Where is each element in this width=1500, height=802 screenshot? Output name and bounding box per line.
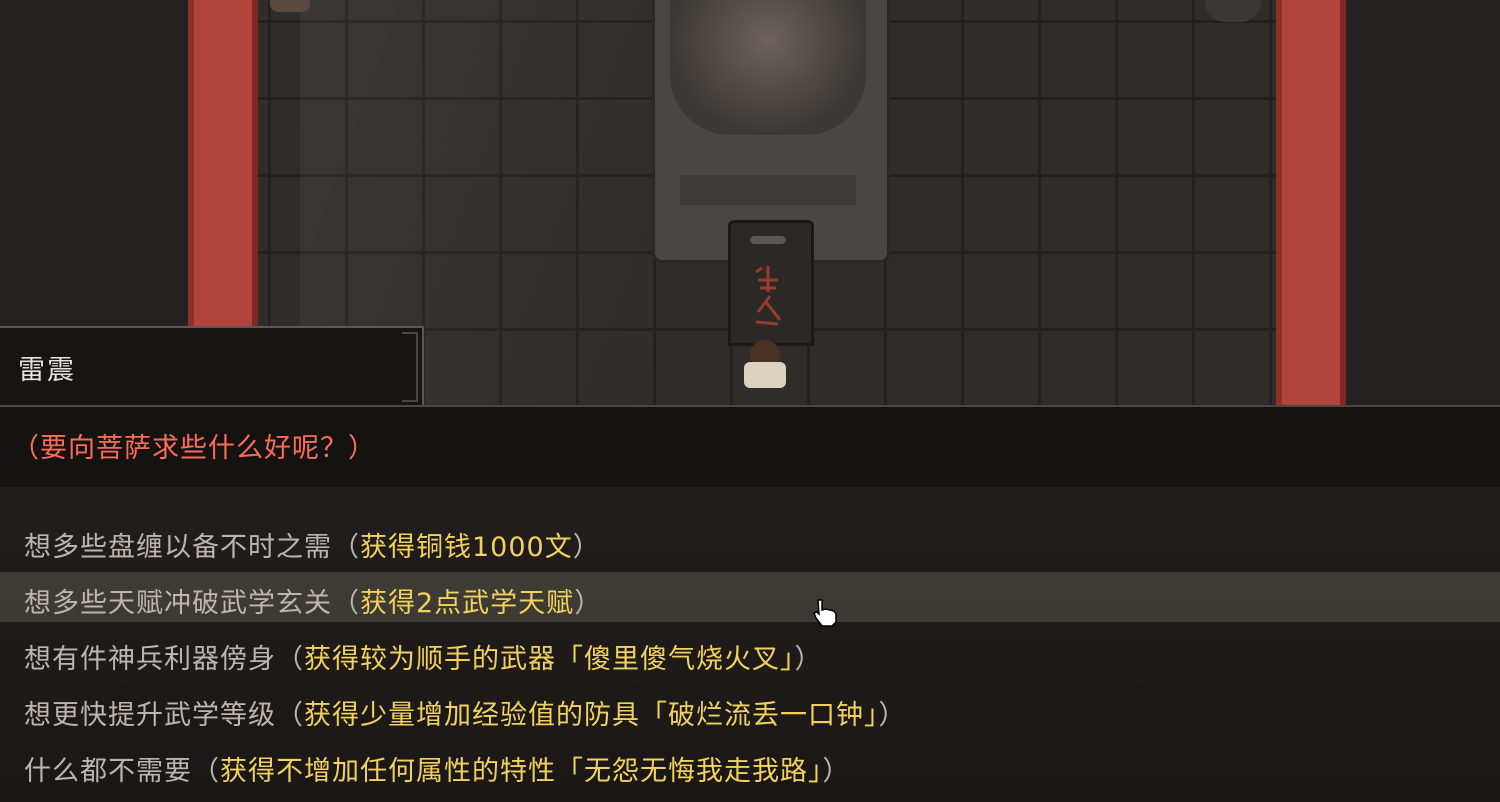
choice-option-money[interactable]: 想多些盘缠以备不时之需（获得铜钱1000文） (0, 516, 1500, 566)
choice-label: 想多些天赋冲破武学玄关 (24, 588, 332, 619)
choice-close-bracket: ） (878, 700, 907, 731)
top-left-decoration (270, 0, 310, 12)
choice-close-bracket: ） (822, 756, 851, 787)
choice-open-bracket: （ (276, 700, 304, 731)
altar-step (680, 175, 856, 205)
choice-option-talent[interactable]: 想多些天赋冲破武学玄关（获得2点武学天赋） (0, 572, 1500, 622)
choice-open-bracket: （ (332, 532, 360, 563)
choice-open-bracket: （ (332, 588, 360, 619)
dialog-prompt: （要向菩萨求些什么好呢？） (12, 433, 376, 464)
choice-option-nothing[interactable]: 什么都不需要（获得不增加任何属性的特性「无怨无悔我走我路」） (0, 740, 1500, 790)
choice-reward: 获得2点武学天赋 (360, 588, 575, 619)
pointing-hand-cursor-icon (812, 598, 840, 628)
choice-reward: 获得少量增加经验值的防具「破烂流丢一口钟」 (304, 700, 879, 731)
choice-label: 什么都不需要 (24, 756, 192, 787)
speaker-name: 雷震 (18, 355, 76, 386)
choice-option-armor[interactable]: 想更快提升武学等级（获得少量增加经验值的防具「破烂流丢一口钟」） (0, 684, 1500, 734)
choice-option-weapon[interactable]: 想有件神兵利器傍身（获得较为顺手的武器「傻里傻气烧火叉」） (0, 628, 1500, 678)
choice-text: 想多些盘缠以备不时之需（获得铜钱1000文） (24, 525, 601, 564)
tablet-slot (750, 236, 786, 244)
bodhisattva-statue-icon (670, 0, 866, 135)
choice-reward: 获得不增加任何属性的特性「无怨无悔我走我路」 (220, 756, 823, 787)
right-wall (1348, 0, 1500, 405)
choice-label: 想更快提升武学等级 (24, 700, 276, 731)
choice-close-bracket: ） (794, 644, 823, 675)
name-box-frame (402, 332, 418, 402)
choice-text: 想多些天赋冲破武学玄关（获得2点武学天赋） (24, 581, 602, 620)
choice-text: 什么都不需要（获得不增加任何属性的特性「无怨无悔我走我路」） (24, 749, 851, 788)
dialog-box: （要向菩萨求些什么好呢？） (0, 405, 1500, 489)
player-sprite-icon (736, 340, 796, 395)
choice-open-bracket: （ (192, 756, 220, 787)
choice-label: 想多些盘缠以备不时之需 (24, 532, 332, 563)
player-body (744, 362, 786, 388)
choice-list: 想多些盘缠以备不时之需（获得铜钱1000文） 想多些天赋冲破武学玄关（获得2点武… (0, 487, 1500, 802)
choice-reward: 获得铜钱1000文 (360, 532, 573, 563)
choice-close-bracket: ） (574, 588, 603, 619)
choice-open-bracket: （ (276, 644, 304, 675)
choice-text: 想更快提升武学等级（获得少量增加经验值的防具「破烂流丢一口钟」） (24, 693, 907, 732)
choice-label: 想有件神兵利器傍身 (24, 644, 276, 675)
choice-text: 想有件神兵利器傍身（获得较为顺手的武器「傻里傻气烧火叉」） (24, 637, 823, 676)
choice-close-bracket: ） (572, 532, 601, 563)
speaker-name-box: 雷震 (0, 326, 424, 408)
right-red-pillar (1276, 0, 1346, 405)
choice-reward: 获得较为顺手的武器「傻里傻气烧火叉」 (304, 644, 795, 675)
tablet-glyph-icon (748, 262, 788, 332)
